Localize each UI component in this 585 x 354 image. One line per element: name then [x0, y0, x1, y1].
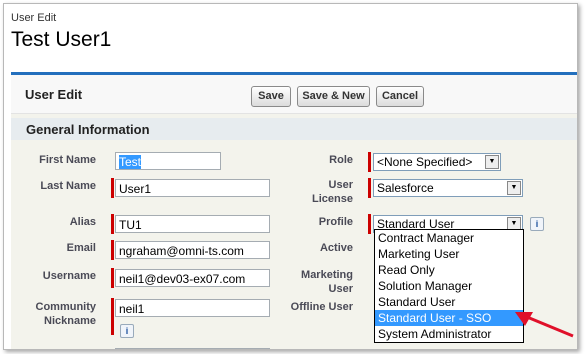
panel-header: User Edit Save Save & New Cancel [11, 75, 577, 114]
required-indicator [111, 268, 114, 288]
first-name-field[interactable]: Test [115, 152, 221, 170]
required-indicator [368, 152, 371, 172]
save-button[interactable]: Save [251, 86, 291, 107]
profile-label: Profile [318, 216, 353, 228]
chevron-down-icon: ▼ [485, 155, 499, 169]
user-license-value: Salesforce [377, 181, 434, 195]
dropdown-option-selected[interactable]: Standard User - SSO [375, 310, 523, 326]
active-label: Active [319, 242, 353, 254]
required-indicator [368, 178, 371, 198]
required-indicator [111, 214, 114, 234]
marketing-label-line1: Marketing [301, 269, 353, 281]
dropdown-option[interactable]: Standard User [375, 294, 523, 310]
save-and-new-button[interactable]: Save & New [297, 86, 370, 107]
role-value: <None Specified> [377, 155, 473, 169]
annotation-arrow-icon [515, 312, 574, 338]
dropdown-option[interactable]: Read Only [375, 262, 523, 278]
section-header-general-information: General Information [11, 118, 577, 140]
required-indicator [111, 240, 114, 260]
user-license-label: User License [271, 178, 353, 206]
chevron-down-icon: ▼ [507, 181, 521, 195]
community-label-line1: Community [35, 301, 97, 313]
dropdown-option[interactable]: Solution Manager [375, 278, 523, 294]
last-name-label: Last Name [40, 180, 96, 192]
role-label: Role [329, 154, 353, 166]
community-label-line2: Nickname [44, 315, 96, 327]
title-field[interactable] [115, 348, 270, 349]
username-field[interactable]: neil1@dev03-ex07.com [115, 269, 270, 287]
required-indicator [111, 298, 114, 335]
required-indicator [368, 214, 371, 234]
first-name-value: Test [119, 155, 142, 169]
last-name-field[interactable]: User1 [115, 179, 270, 197]
first-name-label: First Name [39, 154, 96, 166]
required-indicator [111, 178, 114, 198]
cancel-button[interactable]: Cancel [376, 86, 424, 107]
user-license-select[interactable]: Salesforce ▼ [373, 179, 523, 197]
marketing-label-line2: User [328, 283, 353, 295]
dropdown-option[interactable]: System Administrator [375, 326, 523, 342]
alias-label: Alias [69, 216, 96, 228]
alias-field[interactable]: TU1 [115, 215, 270, 233]
page-header: User Edit Test User1 [4, 4, 577, 70]
page-title: Test User1 [11, 28, 112, 51]
offline-user-label: Offline User [290, 301, 353, 313]
dropdown-option[interactable]: Contract Manager [375, 230, 523, 246]
arrow-shaft [526, 315, 574, 338]
user-license-label-line1: User [328, 179, 353, 191]
dropdown-option[interactable]: Marketing User [375, 246, 523, 262]
marketing-user-label: Marketing User [271, 268, 353, 296]
email-field[interactable]: ngraham@omni-ts.com [115, 241, 270, 259]
panel-title: User Edit [25, 87, 83, 102]
info-icon[interactable]: i [120, 324, 134, 338]
page-subtitle: User Edit [11, 12, 57, 24]
section-title: General Information [26, 122, 150, 137]
role-select[interactable]: <None Specified> ▼ [373, 153, 501, 171]
community-nickname-label: Community Nickname [11, 300, 97, 328]
info-icon[interactable]: i [530, 217, 544, 231]
email-label: Email [66, 242, 96, 254]
community-nickname-field[interactable]: neil1 [115, 299, 270, 317]
user-license-label-line2: License [312, 193, 353, 205]
window-frame: User Edit Test User1 User Edit Save Save… [3, 3, 578, 350]
username-label: Username [42, 270, 96, 282]
profile-dropdown-list[interactable]: Contract Manager Marketing User Read Onl… [374, 229, 524, 343]
